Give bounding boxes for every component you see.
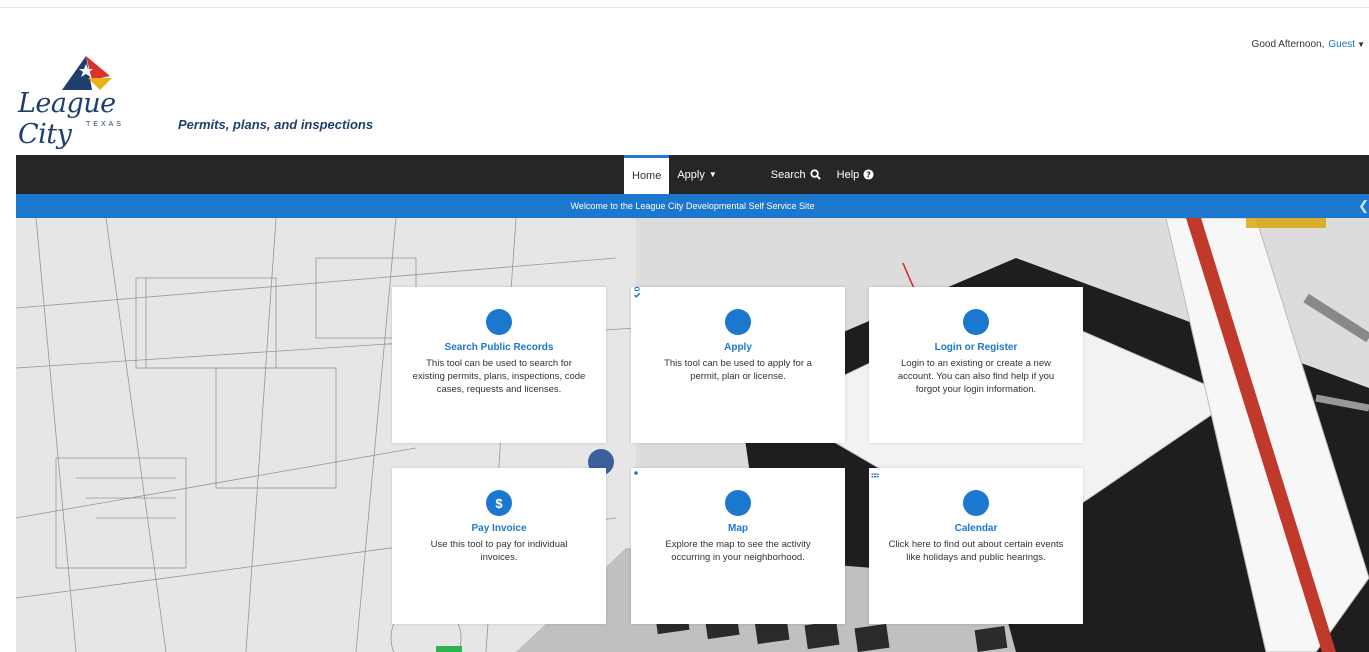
nav-help[interactable]: Help ? — [829, 155, 883, 194]
card-title[interactable]: Calendar — [869, 523, 1083, 534]
nav-search[interactable]: Search — [763, 155, 829, 194]
league-city-logo[interactable]: League City TEXAS — [16, 50, 176, 150]
welcome-banner-text: Welcome to the League City Developmental… — [570, 201, 815, 211]
card-login-or-register[interactable]: Login or Register Login to an existing o… — [869, 287, 1083, 443]
card-title[interactable]: Login or Register — [869, 342, 1083, 353]
search-icon — [392, 287, 512, 335]
card-title[interactable]: Apply — [631, 342, 845, 353]
top-divider — [0, 7, 1369, 8]
nav-home-label: Home — [632, 169, 662, 182]
nav-search-label: Search — [770, 168, 806, 181]
card-search-public-records[interactable]: Search Public Records This tool can be u… — [392, 287, 606, 443]
card-map[interactable]: Map Explore the map to see the activity … — [631, 468, 845, 624]
question-circle-icon: ? — [863, 169, 874, 180]
clipboard-check-icon — [632, 287, 751, 335]
logo-state: TEXAS — [86, 121, 124, 128]
card-description: Login to an existing or create a new acc… — [897, 358, 1055, 395]
greeting-text: Good Afternoon, — [1251, 39, 1325, 50]
user-greeting: Good Afternoon, Guest ▼ — [1252, 39, 1365, 50]
card-description: This tool can be used to apply for a per… — [664, 358, 812, 382]
logo-flag-icon — [62, 56, 112, 90]
card-description: Use this tool to pay for individual invo… — [430, 539, 568, 563]
guest-user-menu[interactable]: Guest — [1328, 39, 1355, 50]
calendar-icon — [870, 468, 989, 516]
card-title[interactable]: Map — [631, 523, 845, 534]
card-description: This tool can be used to search for exis… — [412, 358, 586, 395]
search-icon — [810, 169, 821, 180]
welcome-banner: Welcome to the League City Developmental… — [16, 194, 1369, 218]
card-title[interactable]: Pay Invoice — [392, 523, 606, 534]
nav-apply-label: Apply — [677, 168, 705, 181]
card-calendar[interactable]: Calendar Click here to find out about ce… — [869, 468, 1083, 624]
svg-text:?: ? — [867, 170, 872, 179]
caret-down-icon[interactable]: ▼ — [1357, 40, 1365, 49]
card-description: Click here to find out about certain eve… — [888, 539, 1064, 563]
site-tagline: Permits, plans, and inspections — [178, 117, 374, 132]
nav-help-label: Help — [836, 168, 860, 181]
nav-home[interactable]: Home — [624, 155, 670, 194]
logo-wordmark: League City — [18, 88, 116, 150]
card-pay-invoice[interactable]: $ Pay Invoice Use this tool to pay for i… — [392, 468, 606, 624]
card-title[interactable]: Search Public Records — [392, 342, 606, 353]
main-navbar: Home Apply ▼ Search Help ? — [16, 155, 1369, 194]
card-apply[interactable]: Apply This tool can be used to apply for… — [631, 287, 845, 443]
hero-background: Search Public Records This tool can be u… — [16, 218, 1369, 652]
banner-collapse-icon[interactable]: ❮ — [1358, 194, 1369, 218]
users-icon — [870, 287, 989, 335]
caret-down-icon: ▼ — [708, 169, 717, 179]
card-description: Explore the map to see the activity occu… — [665, 539, 811, 563]
nav-apply[interactable]: Apply ▼ — [669, 155, 724, 194]
dollar-icon: $ — [486, 490, 512, 516]
map-marker-icon — [631, 468, 751, 516]
